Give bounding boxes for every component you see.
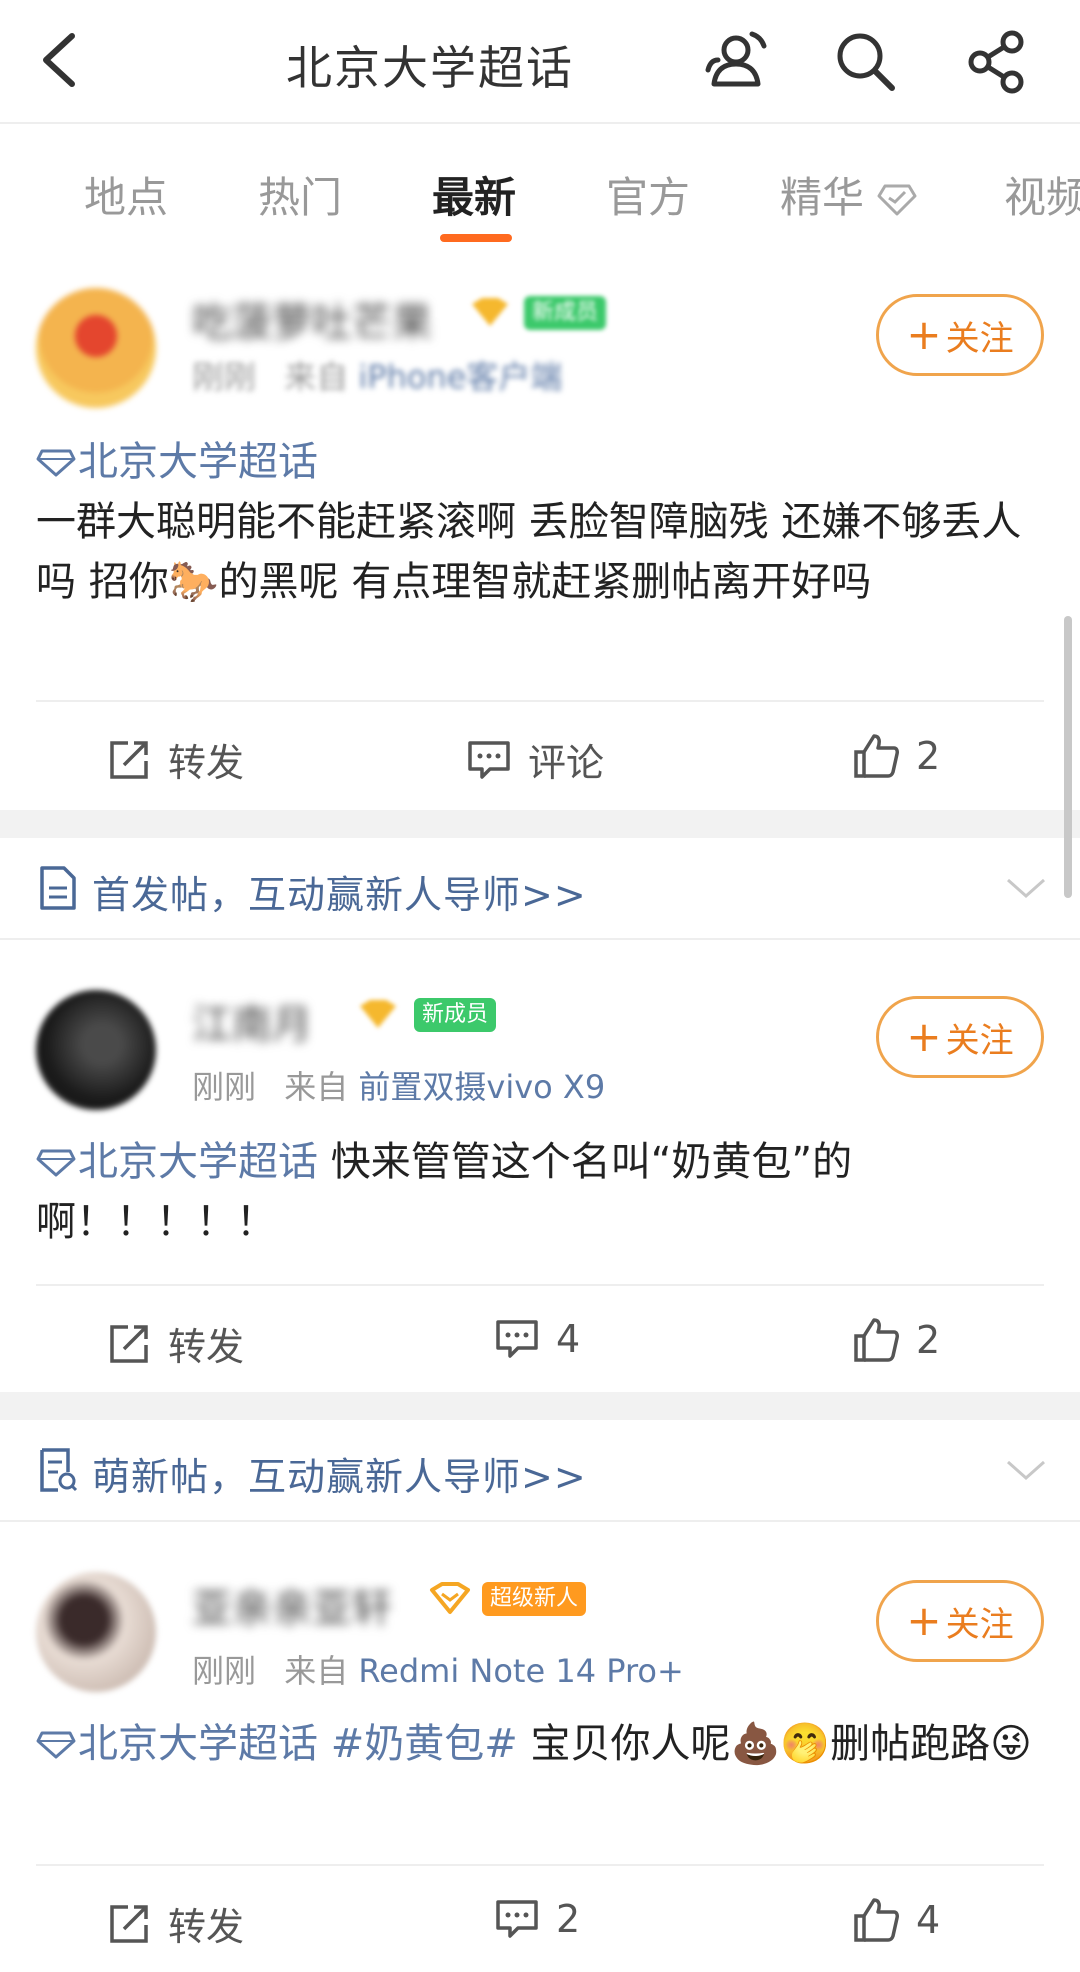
post-meta: 刚刚 来自 Redmi Note 14 Pro+	[192, 1646, 684, 1692]
tab-location[interactable]: 地点	[84, 164, 168, 225]
topic-link[interactable]: 北京大学超话	[36, 1721, 318, 1767]
post-card[interactable]: 吃菠萝吐芒果 新成员 刚刚 来自 iPhone客户端 + 关注 北京大学超话 一…	[0, 246, 1080, 806]
chevron-down-icon[interactable]	[1004, 1448, 1048, 1492]
tab-video[interactable]: 视频	[1004, 164, 1080, 225]
topic-link[interactable]: 北京大学超话	[36, 439, 318, 485]
post-time: 刚刚	[192, 1068, 257, 1106]
username[interactable]: 吃菠萝吐芒果	[192, 290, 432, 348]
diamond-icon	[36, 449, 76, 477]
clipboard-icon	[40, 1448, 78, 1492]
like-button[interactable]: 2	[852, 732, 940, 780]
horse-emoji: 🐎	[168, 559, 219, 605]
follow-label: 关注	[945, 318, 1014, 359]
document-icon	[40, 866, 76, 910]
avatar[interactable]	[36, 1572, 156, 1692]
follow-label: 关注	[945, 1020, 1014, 1061]
repost-button[interactable]: 转发	[106, 1896, 244, 1951]
post-source: Redmi Note 14 Pro+	[358, 1652, 684, 1690]
comment-button[interactable]: 2	[494, 1896, 580, 1942]
action-divider	[36, 700, 1044, 702]
plus-icon: +	[906, 310, 942, 359]
tab-latest[interactable]: 最新	[432, 164, 516, 225]
tab-bar: 地点 热门 最新 官方 精华 视频	[0, 124, 1080, 244]
post-from: 来自	[284, 1068, 349, 1106]
vip-icon	[360, 1000, 396, 1028]
member-badge: 超级新人	[482, 1582, 587, 1616]
plus-icon: +	[906, 1596, 942, 1645]
banner-text: 首发帖，互动赢新人导师>>	[92, 873, 587, 917]
top-bar: 北京大学超话	[0, 0, 1080, 122]
promo-banner[interactable]: 首发帖，互动赢新人导师>>	[0, 838, 1080, 940]
tab-featured-label: 精华	[780, 173, 865, 222]
thumbs-up-icon	[854, 1898, 899, 1942]
post-time: 刚刚	[192, 1652, 257, 1690]
member-badge: 新成员	[524, 296, 607, 330]
tongue-out-emoji: 😜	[990, 1721, 1032, 1767]
scrollbar[interactable]	[1064, 616, 1072, 898]
repost-icon	[110, 1904, 148, 1943]
post-from: 来自	[284, 1652, 349, 1690]
avatar[interactable]	[36, 288, 156, 408]
plus-icon: +	[906, 1012, 942, 1061]
promo-banner[interactable]: 萌新帖，互动赢新人导师>>	[0, 1420, 1080, 1522]
post-from: 来自	[284, 358, 349, 396]
tab-official[interactable]: 官方	[606, 164, 690, 225]
like-button[interactable]: 2	[852, 1316, 940, 1364]
follow-label: 关注	[945, 1604, 1014, 1645]
share-icon[interactable]	[962, 26, 1032, 96]
member-badge: 新成员	[414, 998, 497, 1032]
members-icon[interactable]	[700, 26, 770, 96]
vip-icon	[430, 1582, 470, 1614]
chevron-down-icon[interactable]	[1004, 866, 1048, 910]
repost-icon	[110, 740, 148, 779]
post-card[interactable]: 亚亲亲亚轩 超级新人 刚刚 来自 Redmi Note 14 Pro+ + 关注…	[0, 1524, 1080, 1972]
hashtag-link[interactable]: #奶黄包#	[318, 1721, 518, 1767]
search-icon[interactable]	[830, 26, 900, 96]
comment-icon	[496, 1900, 538, 1938]
avatar[interactable]	[36, 990, 156, 1110]
diamond-icon	[36, 1731, 76, 1759]
banner-text: 萌新帖，互动赢新人导师>>	[92, 1455, 587, 1499]
section-separator	[0, 810, 1080, 838]
like-button[interactable]: 4	[852, 1896, 940, 1944]
topic-link[interactable]: 北京大学超话	[36, 1139, 318, 1185]
action-divider	[36, 1284, 1044, 1286]
section-separator	[0, 1392, 1080, 1420]
repost-button[interactable]: 转发	[106, 1316, 244, 1371]
comment-icon	[468, 740, 510, 779]
poop-and-giggle-emoji: 💩🤭	[730, 1721, 831, 1767]
post-text: 北京大学超话 快来管管这个名叫“奶黄包”的啊！！！！！	[36, 1139, 853, 1245]
diamond-icon	[36, 1149, 76, 1177]
vip-icon	[472, 298, 508, 326]
featured-icon	[877, 184, 917, 216]
username[interactable]: 江南月	[192, 992, 312, 1050]
comment-button[interactable]: 评论	[466, 732, 604, 787]
post-time: 刚刚	[192, 358, 257, 396]
active-tab-indicator	[440, 234, 512, 242]
post-source: iPhone客户端	[358, 358, 563, 396]
follow-button[interactable]: + 关注	[876, 1580, 1044, 1662]
username[interactable]: 亚亲亲亚轩	[192, 1576, 392, 1634]
post-text: 北京大学超话 #奶黄包# 宝贝你人呢💩🤭删帖跑路😜	[36, 1714, 1046, 1774]
thumbs-up-icon	[854, 1318, 899, 1362]
comment-button[interactable]: 4	[494, 1316, 580, 1362]
follow-button[interactable]: + 关注	[876, 996, 1044, 1078]
tab-featured[interactable]: 精华	[780, 164, 917, 225]
tab-hot[interactable]: 热门	[258, 164, 342, 225]
post-text: 北京大学超话 一群大聪明能不能赶紧滚啊 丢脸智障脑残 还嫌不够丢人吗 招你🐎的黑…	[36, 432, 1046, 612]
follow-button[interactable]: + 关注	[876, 294, 1044, 376]
post-meta: 刚刚 来自 前置双摄vivo X9	[192, 1062, 605, 1108]
post-card[interactable]: 江南月 新成员 刚刚 来自 前置双摄vivo X9 + 关注 北京大学超话 快来…	[0, 942, 1080, 1392]
action-divider	[36, 1864, 1044, 1866]
repost-icon	[110, 1324, 148, 1363]
thumbs-up-icon	[854, 734, 899, 778]
post-meta: 刚刚 来自 iPhone客户端	[192, 352, 562, 398]
comment-icon	[496, 1320, 538, 1358]
post-source: 前置双摄vivo X9	[358, 1068, 606, 1106]
repost-button[interactable]: 转发	[106, 732, 244, 787]
